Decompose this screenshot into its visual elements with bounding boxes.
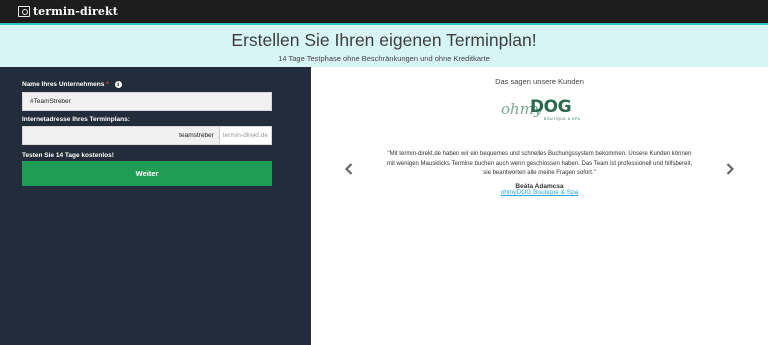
company-name-input[interactable]: #TeamStreber: [22, 92, 272, 111]
url-input[interactable]: teamstreber termin-direkt.de: [22, 126, 272, 145]
url-slug-value: teamstreber: [179, 132, 214, 139]
top-navbar: termin-direkt: [0, 0, 768, 25]
customer-logo: ohmy DOG BOUTIQUE & SPA: [501, 96, 581, 126]
hero-banner: Erstellen Sie Ihren eigenen Terminplan! …: [0, 25, 768, 67]
signup-panel: Name Ihres Unternehmens * i #TeamStreber…: [0, 67, 311, 345]
brand-logo-text[interactable]: termin-direkt: [33, 5, 118, 18]
url-domain-suffix: termin-direkt.de: [218, 127, 271, 144]
company-name-label: Name Ihres Unternehmens * i: [22, 81, 122, 88]
camera-logo-icon[interactable]: [18, 6, 30, 17]
page-subtitle: 14 Tage Testphase ohne Beschränkungen un…: [278, 54, 490, 63]
previous-arrow-icon[interactable]: [343, 162, 355, 176]
trial-label: Testen Sie 14 Tage kostenlos!: [22, 152, 114, 159]
page-title: Erstellen Sie Ihren eigenen Terminplan!: [231, 30, 537, 50]
testimonial-panel: Das sagen unsere Kunden ohmy DOG BOUTIQU…: [311, 67, 768, 345]
company-name-label-text: Name Ihres Unternehmens: [22, 81, 105, 88]
info-icon[interactable]: i: [114, 81, 122, 88]
testimonial-heading: Das sagen unsere Kunden: [495, 77, 584, 86]
next-arrow-icon[interactable]: [724, 162, 736, 176]
url-label-text: Internetadresse Ihres Terminplans:: [22, 116, 130, 123]
customer-logo-dog: DOG: [530, 97, 572, 117]
url-label: Internetadresse Ihres Terminplans:: [22, 116, 130, 123]
company-name-value: #TeamStreber: [30, 98, 71, 105]
continue-button[interactable]: Weiter: [22, 161, 272, 186]
customer-logo-tagline: BOUTIQUE & SPA: [544, 117, 581, 121]
testimonial-company-link[interactable]: ohmyDOG Boutique & Spa: [311, 189, 768, 196]
required-marker: *: [106, 81, 109, 88]
testimonial-quote: "Mit termin-direkt.de haben wir ein bequ…: [386, 151, 693, 176]
